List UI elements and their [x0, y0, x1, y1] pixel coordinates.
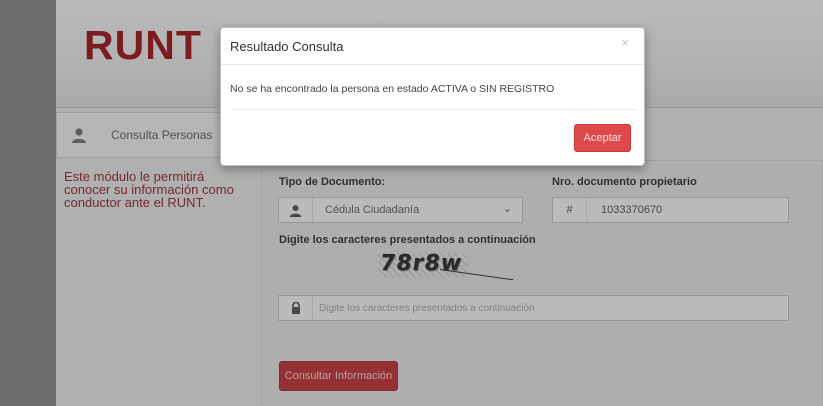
close-icon[interactable]: × [618, 36, 632, 50]
result-dialog: Resultado Consulta × No se ha encontrado… [220, 27, 645, 166]
dialog-message: No se ha encontrado la persona en estado… [230, 83, 555, 95]
accept-button[interactable]: Aceptar [574, 124, 631, 152]
dialog-title: Resultado Consulta [230, 39, 344, 54]
dialog-header: Resultado Consulta × [221, 28, 644, 65]
dialog-divider [230, 109, 637, 110]
